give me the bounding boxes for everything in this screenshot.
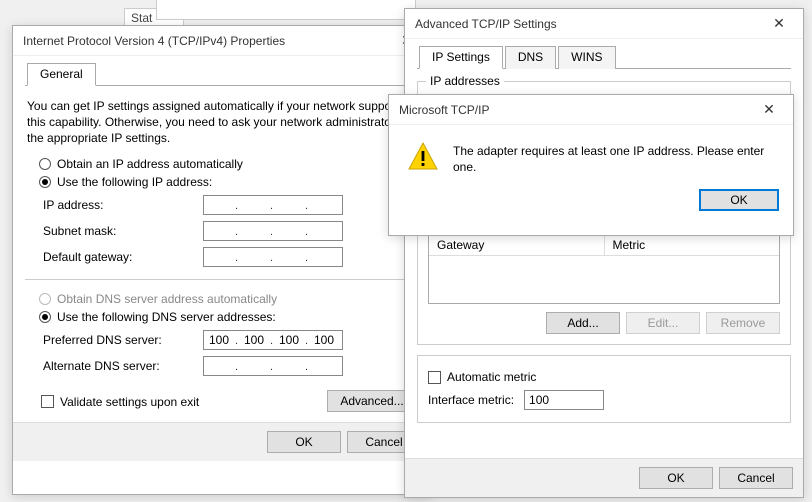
interface-metric-field[interactable] <box>524 390 604 410</box>
column-metric[interactable]: Metric <box>605 235 780 256</box>
default-gateway-field[interactable]: . . . <box>203 247 343 267</box>
radio-label: Use the following DNS server addresses: <box>57 310 276 324</box>
automatic-metric-label: Automatic metric <box>447 370 536 384</box>
background-fragment-2 <box>156 0 416 20</box>
radio-label: Use the following IP address: <box>57 175 212 189</box>
adv-titlebar: Advanced TCP/IP Settings ✕ <box>405 9 803 39</box>
preferred-dns-label: Preferred DNS server: <box>43 333 203 347</box>
ip-octet[interactable] <box>274 196 304 214</box>
ip-address-label: IP address: <box>43 198 203 212</box>
radio-icon <box>39 158 51 170</box>
ip-address-field[interactable]: . . . <box>203 195 343 215</box>
interface-metric-label: Interface metric: <box>428 393 514 407</box>
ip-octet[interactable] <box>309 331 339 349</box>
default-gateway-label: Default gateway: <box>43 250 203 264</box>
alternate-dns-field[interactable]: . . . <box>203 356 343 376</box>
tab-ip-settings[interactable]: IP Settings <box>419 46 503 69</box>
ip-octet[interactable] <box>239 248 269 266</box>
alert-message: The adapter requires at least one IP add… <box>453 141 775 175</box>
ip-octet[interactable] <box>309 196 339 214</box>
subnet-mask-field[interactable]: . . . <box>203 221 343 241</box>
ipv4-titlebar: Internet Protocol Version 4 (TCP/IPv4) P… <box>13 26 431 56</box>
validate-settings-checkbox[interactable]: Validate settings upon exit <box>27 395 199 409</box>
radio-obtain-ip-auto[interactable]: Obtain an IP address automatically <box>25 157 419 171</box>
radio-icon <box>39 176 51 188</box>
ip-octet[interactable] <box>274 357 304 375</box>
gateway-listbox[interactable]: Gateway Metric <box>428 234 780 304</box>
ipv4-title: Internet Protocol Version 4 (TCP/IPv4) P… <box>23 34 285 48</box>
checkbox-icon <box>428 371 441 384</box>
ip-octet[interactable] <box>239 357 269 375</box>
adv-title: Advanced TCP/IP Settings <box>415 17 557 31</box>
radio-use-following-dns[interactable]: Use the following DNS server addresses: <box>25 310 419 324</box>
ip-octet[interactable] <box>274 331 304 349</box>
alert-dialog: Microsoft TCP/IP ✕ The adapter requires … <box>388 94 794 236</box>
validate-settings-label: Validate settings upon exit <box>60 395 199 409</box>
ip-addresses-legend: IP addresses <box>426 74 504 88</box>
remove-button: Remove <box>706 312 780 334</box>
column-gateway[interactable]: Gateway <box>429 235 605 256</box>
subnet-mask-label: Subnet mask: <box>43 224 203 238</box>
ip-octet[interactable] <box>239 196 269 214</box>
preferred-dns-field[interactable]: . . . <box>203 330 343 350</box>
metric-group: Automatic metric Interface metric: <box>417 355 791 423</box>
close-icon[interactable]: ✕ <box>749 96 789 124</box>
add-button[interactable]: Add... <box>546 312 620 334</box>
ip-octet[interactable] <box>239 222 269 240</box>
advanced-tcpip-dialog: Advanced TCP/IP Settings ✕ IP Settings D… <box>404 8 804 498</box>
alert-titlebar: Microsoft TCP/IP ✕ <box>389 95 793 125</box>
automatic-metric-checkbox[interactable]: Automatic metric <box>428 370 780 384</box>
radio-obtain-dns-auto: Obtain DNS server address automatically <box>25 292 419 306</box>
radio-label: Obtain DNS server address automatically <box>57 292 277 306</box>
ip-octet[interactable] <box>204 331 234 349</box>
radio-use-following-ip[interactable]: Use the following IP address: <box>25 175 419 189</box>
ok-button[interactable]: OK <box>267 431 341 453</box>
radio-icon <box>39 311 51 323</box>
radio-icon <box>39 293 51 305</box>
close-icon[interactable]: ✕ <box>759 10 799 38</box>
ip-octet[interactable] <box>204 196 234 214</box>
radio-label: Obtain an IP address automatically <box>57 157 243 171</box>
ok-button[interactable]: OK <box>699 189 779 211</box>
ip-octet[interactable] <box>274 222 304 240</box>
ip-octet[interactable] <box>274 248 304 266</box>
alert-title: Microsoft TCP/IP <box>399 103 489 117</box>
tab-general[interactable]: General <box>27 63 96 86</box>
ip-octet[interactable] <box>204 222 234 240</box>
ip-octet[interactable] <box>204 357 234 375</box>
ipv4-properties-dialog: Internet Protocol Version 4 (TCP/IPv4) P… <box>12 25 432 495</box>
ok-button[interactable]: OK <box>639 467 713 489</box>
ip-octet[interactable] <box>309 248 339 266</box>
default-gateways-group: Default gateways: Gateway Metric Add... … <box>417 219 791 345</box>
ip-octet[interactable] <box>239 331 269 349</box>
tab-wins[interactable]: WINS <box>558 46 615 69</box>
warning-icon <box>407 141 439 173</box>
ip-octet[interactable] <box>204 248 234 266</box>
alternate-dns-label: Alternate DNS server: <box>43 359 203 373</box>
tab-dns[interactable]: DNS <box>505 46 556 69</box>
checkbox-icon <box>41 395 54 408</box>
cancel-button[interactable]: Cancel <box>719 467 793 489</box>
ip-octet[interactable] <box>309 222 339 240</box>
ipv4-description: You can get IP settings assigned automat… <box>27 98 417 147</box>
edit-button: Edit... <box>626 312 700 334</box>
ip-octet[interactable] <box>309 357 339 375</box>
